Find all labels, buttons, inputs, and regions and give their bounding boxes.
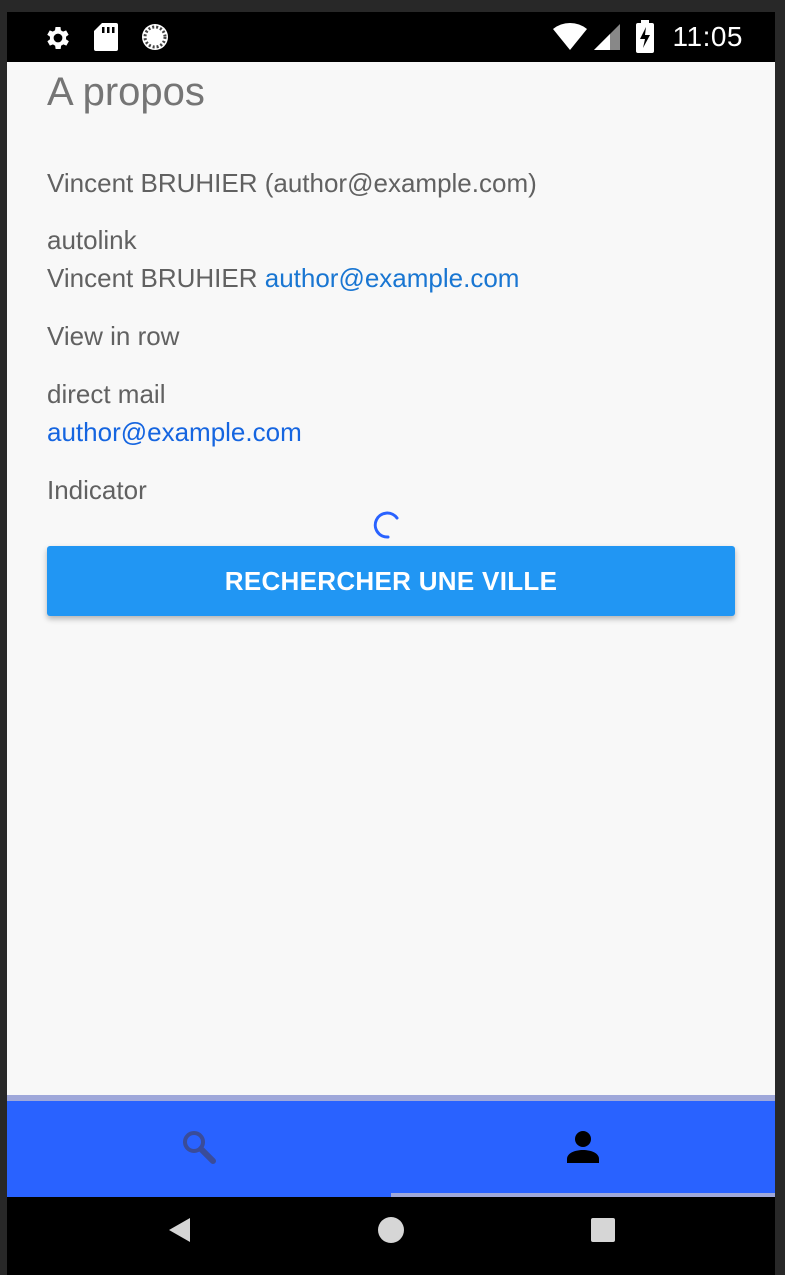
recents-icon[interactable] [589, 1215, 617, 1250]
home-icon[interactable] [376, 1215, 406, 1250]
direct-mail-link[interactable]: author@example.com [47, 417, 302, 448]
sync-icon [140, 22, 170, 57]
back-icon[interactable] [165, 1215, 195, 1250]
status-bar: 11:05 [7, 12, 775, 62]
wifi-icon [552, 22, 588, 57]
direct-mail-label: direct mail [47, 379, 166, 409]
author-line: Vincent BRUHIER (author@example.com) [47, 168, 537, 198]
search-icon [180, 1128, 218, 1171]
tab-search[interactable] [7, 1101, 391, 1197]
loading-spinner-icon [373, 510, 403, 540]
sd-card-icon [93, 22, 119, 57]
bottom-tab-bar [7, 1095, 775, 1197]
signal-icon [592, 22, 622, 57]
screen: 11:05 A propos Vincent BRUHIER (author@e… [7, 12, 775, 1275]
tab-profile[interactable] [391, 1101, 775, 1197]
gear-icon [43, 23, 73, 58]
device-frame: 11:05 A propos Vincent BRUHIER (author@e… [0, 0, 785, 1275]
system-nav-bar [7, 1197, 775, 1275]
battery-charging-icon [635, 20, 655, 59]
autolink-label: autolink [47, 225, 137, 255]
search-city-button[interactable]: RECHERCHER UNE VILLE [47, 546, 735, 616]
status-time: 11:05 [672, 21, 743, 52]
page-title: A propos [47, 70, 205, 114]
person-icon [565, 1130, 601, 1169]
autolink-email-link[interactable]: author@example.com [265, 263, 520, 293]
autolink-row: Vincent BRUHIER author@example.com [47, 263, 519, 294]
about-page: A propos Vincent BRUHIER (author@example… [7, 62, 775, 1095]
indicator-label: Indicator [47, 475, 147, 505]
view-in-row-label: View in row [47, 321, 180, 351]
autolink-name: Vincent BRUHIER [47, 263, 258, 293]
